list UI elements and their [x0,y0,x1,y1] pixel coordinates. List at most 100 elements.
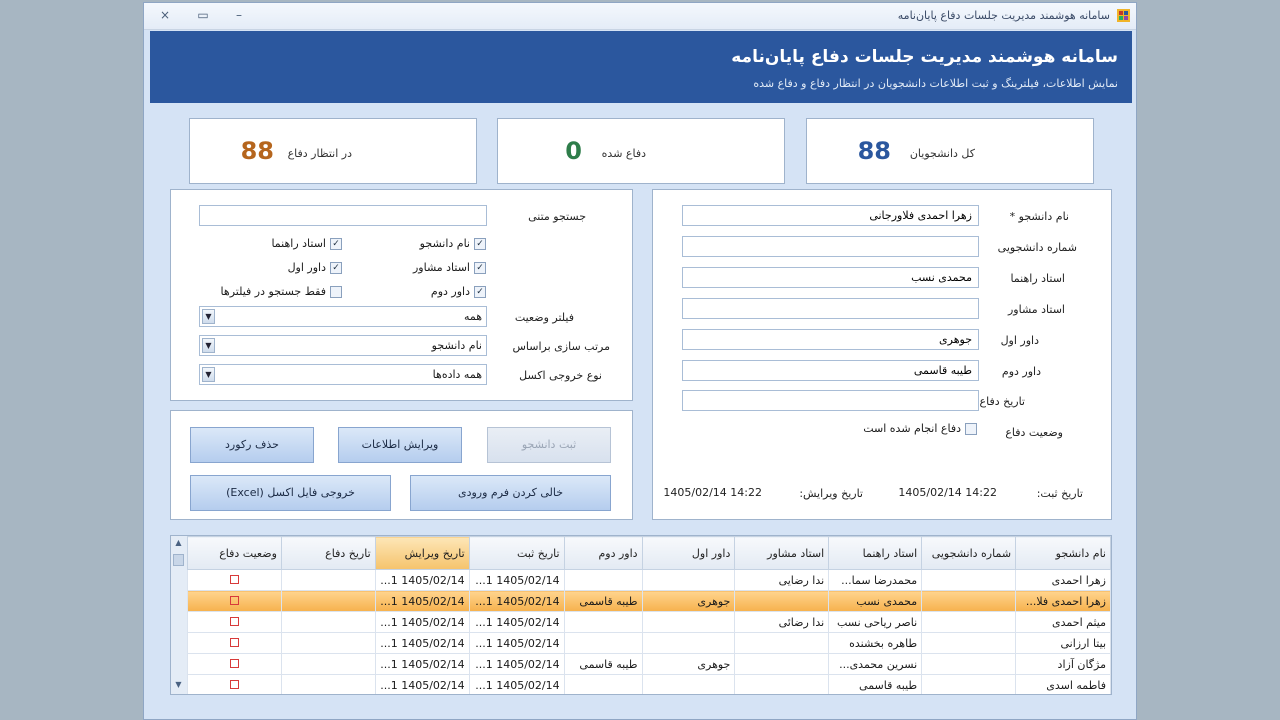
table-row[interactable]: فاطمه اسدی طیبه قاسمی 1405/02/14 1... 1405/… [187,674,1111,694]
delete-record-button[interactable]: حذف رکورد [190,427,314,463]
clear-form-button[interactable]: خالی کردن فرم ورودی [410,475,611,511]
export-excel-button[interactable]: خروجی فایل اکسل (Excel) [190,475,391,511]
defense-done-check[interactable]: دفاع انجام شده است [863,422,977,435]
col-created-cell[interactable]: 1405/02/14 1... [468,653,565,675]
status-checkbox-icon[interactable] [229,616,239,626]
col-defense-status-cell[interactable] [187,674,282,694]
check-supervisor[interactable]: ✓ استاد راهنما [271,237,342,250]
sort-combo[interactable]: نام دانشجو ▼ [199,335,487,356]
col-defense-date-cell[interactable] [280,590,376,612]
col-referee1-cell[interactable] [641,569,736,591]
col-defense-date-cell[interactable] [280,653,376,675]
col-defense-status-cell[interactable] [187,653,282,675]
checkbox-icon[interactable] [965,422,977,435]
check-student-name[interactable]: ✓ نام دانشجو [420,237,486,250]
col-advisor-cell[interactable] [734,632,830,654]
col-edited-cell[interactable]: 1405/02/14 1... [374,674,470,694]
chevron-down-icon[interactable]: ▼ [202,367,215,382]
col-referee2-cell[interactable] [563,611,643,633]
scroll-up-icon[interactable]: ▲ [173,538,184,550]
advisor-field[interactable] [682,298,979,319]
col-referee2-cell[interactable] [563,569,643,591]
col-referee2-cell[interactable]: طیبه قاسمی [563,590,643,612]
col-student-name-cell[interactable]: بیتا ارزانی [1015,632,1111,654]
checkbox-icon[interactable]: ✓ [474,261,486,274]
col-defense-date-cell[interactable] [280,632,376,654]
student-name-field[interactable] [682,205,979,226]
supervisor-field[interactable] [682,267,979,288]
col-edited-cell[interactable]: 1405/02/14 1... [374,653,470,675]
col-student-id-cell[interactable] [921,674,1017,694]
col-referee1-header[interactable]: داور اول [641,536,736,570]
checkbox-icon[interactable]: ✓ [330,237,342,250]
col-referee1-cell[interactable] [641,674,736,694]
col-defense-status-cell[interactable] [187,611,282,633]
col-student-name-header[interactable]: نام دانشجو [1015,536,1111,570]
col-defense-status-cell[interactable] [187,569,282,591]
close-icon[interactable]: × [154,7,176,23]
col-edited-cell[interactable]: 1405/02/14 1... [374,569,470,591]
table-row[interactable]: بیتا ارزانی طاهره بخشنده 1405/02/14 1... 14… [187,632,1111,654]
col-referee1-cell[interactable]: جوهری [641,590,736,612]
edit-record-button[interactable]: ویرایش اطلاعات [338,427,462,463]
col-supervisor-cell[interactable]: طیبه قاسمی [828,674,923,694]
col-created-cell[interactable]: 1405/02/14 1... [468,611,565,633]
col-edited-cell[interactable]: 1405/02/14 1... [374,590,470,612]
defense-date-field[interactable] [682,390,979,411]
col-advisor-header[interactable]: استاد مشاور [734,536,830,570]
chevron-down-icon[interactable]: ▼ [202,338,215,353]
status-checkbox-icon[interactable] [229,637,239,647]
col-advisor-cell[interactable]: ندا رضائی [734,611,830,633]
checkbox-icon[interactable]: ✓ [474,237,486,250]
col-defense-date-header[interactable]: تاریخ دفاع [280,536,376,570]
col-advisor-cell[interactable] [734,674,830,694]
col-student-id-cell[interactable] [921,590,1017,612]
col-defense-status-header[interactable]: وضعیت دفاع [187,536,282,570]
col-referee1-cell[interactable] [641,611,736,633]
col-referee1-cell[interactable]: جوهری [641,653,736,675]
scroll-thumb[interactable] [173,554,184,566]
referee2-field[interactable] [682,360,979,381]
table-row[interactable]: زهرا احمدی فلا... محمدی نسب جوهری طیبه قاسم… [187,590,1111,612]
col-created-header[interactable]: تاریخ ثبت [468,536,565,570]
check-referee2[interactable]: ✓ داور دوم [431,285,486,298]
col-student-id-cell[interactable] [921,632,1017,654]
status-checkbox-icon[interactable] [229,574,239,584]
table-row[interactable]: میثم احمدی ناصر ریاحی نسب ندا رضائی 1405/02… [187,611,1111,633]
col-created-cell[interactable]: 1405/02/14 1... [468,632,565,654]
col-supervisor-cell[interactable]: نسرین محمدی... [828,653,923,675]
status-checkbox-icon[interactable] [229,595,239,605]
status-checkbox-icon[interactable] [229,679,239,689]
col-supervisor-cell[interactable]: محمدی نسب [828,590,923,612]
col-student-name-cell[interactable]: زهرا احمدی فلا... [1015,590,1111,612]
col-created-cell[interactable]: 1405/02/14 1... [468,569,565,591]
col-student-name-cell[interactable]: مژگان آزاد [1015,653,1111,675]
col-defense-date-cell[interactable] [280,611,376,633]
col-defense-date-cell[interactable] [280,674,376,694]
checkbox-icon[interactable]: ✓ [330,261,342,274]
col-student-id-cell[interactable] [921,611,1017,633]
table-row[interactable]: مژگان آزاد نسرین محمدی... جوهری طیبه قاسمی 1… [187,653,1111,675]
status-filter-combo[interactable]: همه ▼ [199,306,487,327]
col-supervisor-header[interactable]: استاد راهنما [828,536,923,570]
col-defense-date-cell[interactable] [280,569,376,591]
check-referee1[interactable]: ✓ داور اول [288,261,342,274]
col-student-id-cell[interactable] [921,569,1017,591]
minimize-icon[interactable]: – [228,7,250,23]
col-created-cell[interactable]: 1405/02/14 1... [468,674,565,694]
checkbox-icon[interactable] [330,285,342,298]
col-advisor-cell[interactable]: ندا رضایی [734,569,830,591]
table-row[interactable]: زهرا احمدی محمدرضا سما... ندا رضایی 1405/02… [187,569,1111,591]
col-student-id-header[interactable]: شماره دانشجویی [921,536,1017,570]
check-filtered-only[interactable]: فقط جستجو در فیلترها [221,285,342,298]
maximize-icon[interactable]: ▭ [192,7,214,23]
checkbox-icon[interactable]: ✓ [474,285,486,298]
chevron-down-icon[interactable]: ▼ [202,309,215,324]
col-student-name-cell[interactable]: زهرا احمدی [1015,569,1111,591]
col-student-name-cell[interactable]: فاطمه اسدی [1015,674,1111,694]
col-advisor-cell[interactable] [734,590,830,612]
col-edited-header[interactable]: تاریخ ویرایش [374,536,470,570]
col-referee2-cell[interactable] [563,674,643,694]
col-referee2-header[interactable]: داور دوم [563,536,643,570]
col-supervisor-cell[interactable]: طاهره بخشنده [828,632,923,654]
